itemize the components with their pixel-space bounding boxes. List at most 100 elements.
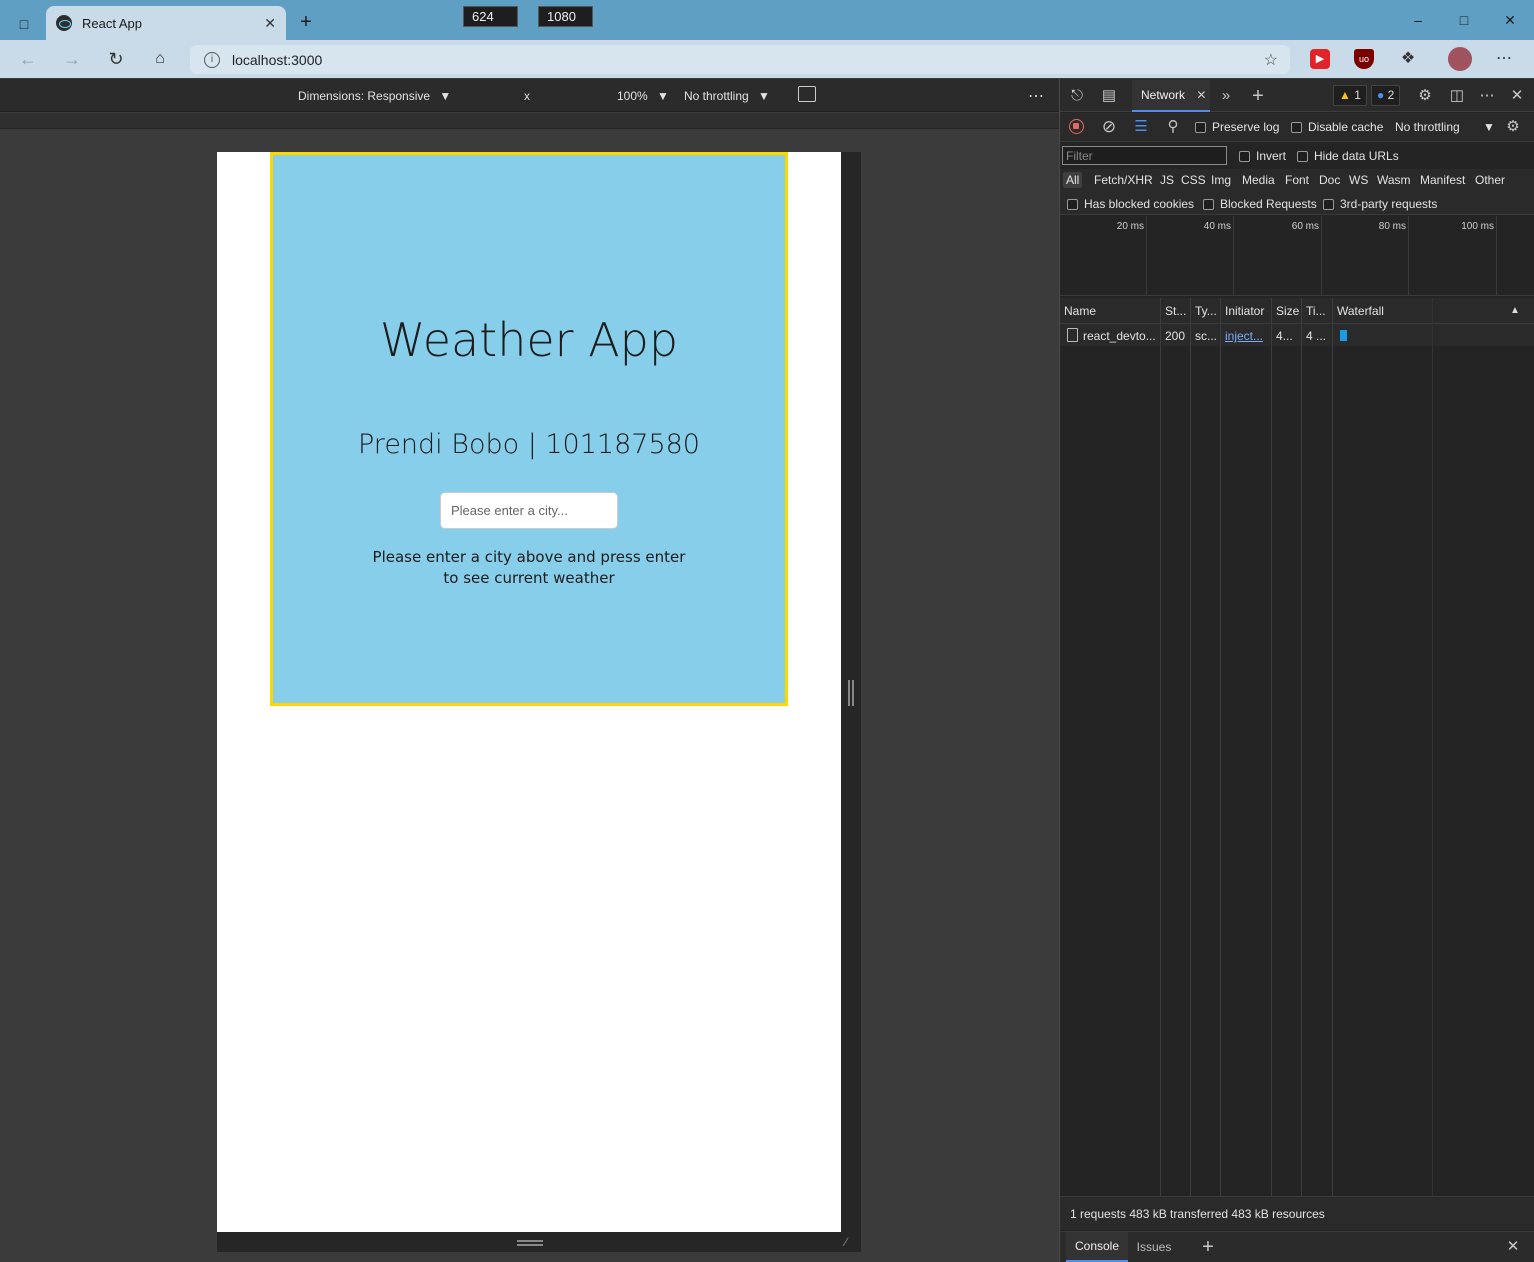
more-ellipsis-icon[interactable]: ⋯	[1494, 49, 1514, 69]
width-input[interactable]: 624	[463, 6, 518, 27]
type-filter-font[interactable]: Font	[1282, 172, 1312, 188]
row-initiator-link[interactable]: inject...	[1225, 329, 1269, 343]
puzzle-extensions-icon[interactable]: ❖	[1398, 49, 1418, 69]
timeline-gridline	[1408, 216, 1409, 296]
column-divider[interactable]	[1190, 298, 1191, 1196]
column-type[interactable]: Ty...	[1195, 304, 1219, 318]
close-tab-icon[interactable]: ✕	[264, 15, 276, 32]
refresh-icon[interactable]: ↻	[104, 48, 128, 70]
column-size[interactable]: Size	[1276, 304, 1300, 318]
type-filter-js[interactable]: JS	[1157, 172, 1177, 188]
column-time[interactable]: Ti...	[1306, 304, 1330, 318]
has-blocked-cookies-checkbox[interactable]: Has blocked cookies	[1067, 197, 1194, 211]
disable-cache-checkbox[interactable]: Disable cache	[1291, 120, 1383, 134]
address-bar[interactable]: i localhost:3000 ☆	[190, 45, 1290, 74]
throttling-dropdown[interactable]: No throttling ▼	[684, 89, 770, 103]
back-arrow-icon[interactable]: ←	[16, 48, 40, 70]
type-filter-all[interactable]: All	[1063, 172, 1083, 188]
resize-corner-icon[interactable]: ∕	[845, 1236, 857, 1248]
checkbox[interactable]	[1239, 151, 1250, 163]
type-filter-img[interactable]: Img	[1208, 172, 1234, 188]
column-divider[interactable]	[1332, 298, 1333, 1196]
more-options-icon[interactable]: ⋯	[1028, 86, 1044, 106]
new-tab-plus-icon[interactable]: +	[296, 12, 316, 32]
type-filter-fetch-xhr[interactable]: Fetch/XHR	[1091, 172, 1156, 188]
sort-ascending-icon[interactable]: ▲	[1510, 305, 1520, 316]
close-drawer-icon[interactable]: ✕	[1503, 1237, 1523, 1257]
type-filter-css[interactable]: CSS	[1178, 172, 1209, 188]
checkbox[interactable]	[1195, 122, 1206, 134]
device-emulation-icon[interactable]: ▤	[1099, 86, 1119, 106]
resize-handle-bottom[interactable]	[517, 1240, 543, 1246]
add-drawer-tab-plus-icon[interactable]: +	[1198, 1237, 1218, 1257]
checkbox[interactable]	[1067, 199, 1078, 211]
type-filter-ws[interactable]: WS	[1346, 172, 1371, 188]
preserve-log-checkbox[interactable]: Preserve log	[1195, 120, 1279, 134]
filter-icon[interactable]: ☰	[1131, 117, 1151, 137]
network-settings-gear-icon[interactable]: ⚙	[1503, 117, 1523, 137]
forward-arrow-icon[interactable]: →	[60, 48, 84, 70]
search-icon[interactable]: ⚲	[1163, 117, 1183, 137]
add-tab-plus-icon[interactable]: +	[1248, 86, 1268, 106]
dock-icon[interactable]: ◫	[1447, 86, 1467, 106]
invert-checkbox[interactable]: Invert	[1239, 149, 1286, 163]
resize-handle-right[interactable]	[848, 680, 854, 706]
column-initiator[interactable]: Initiator	[1225, 304, 1269, 318]
column-divider[interactable]	[1220, 298, 1221, 1196]
checkbox[interactable]	[1203, 199, 1214, 211]
minimize-icon[interactable]: –	[1408, 10, 1428, 30]
favorite-star-icon[interactable]: ☆	[1264, 50, 1278, 70]
zoom-dropdown[interactable]: 100% ▼	[617, 89, 669, 103]
column-status[interactable]: St...	[1165, 304, 1189, 318]
info-icon[interactable]: i	[204, 51, 220, 68]
more-tabs-chevron-icon[interactable]: »	[1216, 86, 1236, 106]
hide-data-urls-checkbox[interactable]: Hide data URLs	[1297, 149, 1399, 163]
record-stop-icon[interactable]	[1069, 119, 1084, 134]
ublock-extension-icon[interactable]: uo	[1354, 49, 1374, 69]
waterfall-bar[interactable]	[1340, 330, 1347, 341]
checkbox[interactable]	[1323, 199, 1334, 211]
column-divider[interactable]	[1160, 298, 1161, 1196]
tab-network[interactable]: Network ✕	[1132, 80, 1210, 112]
checkbox[interactable]	[1297, 151, 1308, 163]
height-input[interactable]: 1080	[538, 6, 593, 27]
inspect-element-icon[interactable]: ⎋	[1067, 86, 1087, 106]
close-tab-icon[interactable]: ✕	[1196, 88, 1206, 102]
third-party-requests-checkbox[interactable]: 3rd-party requests	[1323, 197, 1437, 211]
column-waterfall[interactable]: Waterfall	[1337, 304, 1457, 318]
clear-icon[interactable]: ⊘	[1099, 117, 1119, 137]
checkbox[interactable]	[1291, 122, 1302, 134]
avatar[interactable]	[1448, 47, 1472, 71]
tab-console[interactable]: Console	[1066, 1232, 1128, 1262]
network-throttling-dropdown[interactable]: No throttling ▼	[1395, 120, 1495, 134]
filter-input[interactable]	[1062, 146, 1227, 165]
type-filter-media[interactable]: Media	[1239, 172, 1278, 188]
youtube-extension-icon[interactable]: ▶	[1310, 49, 1330, 69]
type-filter-wasm[interactable]: Wasm	[1374, 172, 1414, 188]
column-divider[interactable]	[1271, 298, 1272, 1196]
type-filter-other[interactable]: Other	[1472, 172, 1508, 188]
maximize-icon[interactable]: □	[1454, 10, 1474, 30]
more-ellipsis-icon[interactable]: ⋯	[1477, 86, 1497, 106]
rotate-icon[interactable]	[798, 86, 816, 102]
type-filter-doc[interactable]: Doc	[1316, 172, 1343, 188]
url-text[interactable]: localhost:3000	[232, 52, 322, 68]
settings-gear-icon[interactable]: ⚙	[1415, 86, 1435, 106]
messages-badge[interactable]: ● 2	[1371, 85, 1401, 106]
home-icon[interactable]: ⌂	[148, 48, 172, 70]
column-divider[interactable]	[1301, 298, 1302, 1196]
timeline-label: 20 ms	[1116, 221, 1144, 232]
city-search-input[interactable]	[440, 492, 618, 529]
tab-actions-icon[interactable]: □	[12, 12, 36, 36]
warnings-badge[interactable]: ▲ 1	[1333, 85, 1367, 106]
tab-issues[interactable]: Issues	[1132, 1232, 1176, 1262]
column-name[interactable]: Name	[1064, 304, 1156, 318]
blocked-requests-checkbox[interactable]: Blocked Requests	[1203, 197, 1317, 211]
type-filter-manifest[interactable]: Manifest	[1417, 172, 1468, 188]
browser-tab[interactable]: React App ✕	[46, 6, 286, 40]
row-name[interactable]: react_devto...	[1083, 329, 1157, 343]
dimensions-dropdown[interactable]: Dimensions: Responsive ▼	[298, 89, 451, 103]
close-devtools-icon[interactable]: ✕	[1507, 86, 1527, 106]
close-window-icon[interactable]: ✕	[1500, 10, 1520, 30]
row-type: sc...	[1195, 329, 1218, 343]
